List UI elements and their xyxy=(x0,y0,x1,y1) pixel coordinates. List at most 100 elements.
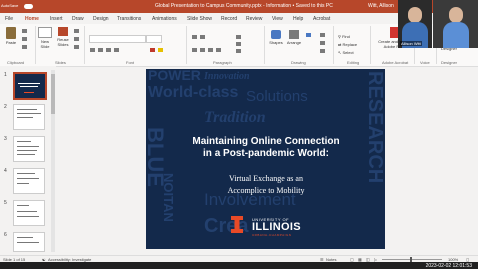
thumbnail-title-line xyxy=(18,83,40,84)
copy-icon[interactable] xyxy=(22,37,27,41)
slide-thumbnail[interactable] xyxy=(13,72,47,100)
arrange-icon xyxy=(289,30,299,39)
shape-fill-icon[interactable] xyxy=(320,33,325,37)
tab-slide-show[interactable]: Slide Show xyxy=(187,16,212,22)
select-button[interactable]: ↖ Select xyxy=(338,50,354,55)
cut-icon[interactable] xyxy=(22,29,27,33)
slide-thumbnail[interactable] xyxy=(13,136,45,162)
shape-effects-icon[interactable] xyxy=(320,49,325,53)
background-word: RESEARCH xyxy=(364,71,385,184)
font-name-input[interactable] xyxy=(89,35,146,43)
tab-animations[interactable]: Animations xyxy=(152,16,177,22)
thumbnail-text-line xyxy=(17,216,39,217)
thumbnail-text-line xyxy=(17,211,37,212)
video-tile xyxy=(433,0,478,48)
align-left-icon[interactable] xyxy=(192,48,197,52)
tab-insert[interactable]: Insert xyxy=(50,16,63,22)
divider xyxy=(35,26,36,64)
background-word: Tradition xyxy=(204,109,266,126)
shape-outline-icon[interactable] xyxy=(320,41,325,45)
section-icon[interactable] xyxy=(74,45,79,49)
background-word: World-class xyxy=(148,84,239,101)
tab-review[interactable]: Review xyxy=(246,16,262,22)
paste-icon xyxy=(6,27,16,39)
layout-icon[interactable] xyxy=(74,29,79,33)
shapes-button[interactable]: Shapes xyxy=(268,30,284,45)
tab-record[interactable]: Record xyxy=(221,16,237,22)
slide-thumbnail[interactable] xyxy=(13,104,45,130)
font-size-input[interactable] xyxy=(146,35,162,43)
slide-thumbnail[interactable] xyxy=(13,168,45,194)
divider xyxy=(186,26,187,64)
tab-file[interactable]: File xyxy=(5,16,13,22)
tab-view[interactable]: View xyxy=(272,16,283,22)
tab-draw[interactable]: Draw xyxy=(72,16,84,22)
thumbnail-number: 3 xyxy=(4,136,7,142)
thumbnail-scrollbar[interactable] xyxy=(51,70,55,252)
find-button[interactable]: ⚲ Find xyxy=(338,34,350,39)
reset-icon[interactable] xyxy=(74,37,79,41)
autosave-toggle[interactable] xyxy=(24,4,33,9)
arrange-button[interactable]: Arrange xyxy=(286,30,302,45)
strikethrough-icon[interactable] xyxy=(114,48,119,52)
tab-home[interactable]: Home xyxy=(25,16,39,25)
group-designer-label: Designer xyxy=(441,60,458,65)
thumbnail-text-line xyxy=(17,109,37,110)
italic-icon[interactable] xyxy=(98,48,103,52)
font-color-icon[interactable] xyxy=(150,48,155,52)
align-center-icon[interactable] xyxy=(200,48,205,52)
divider xyxy=(84,26,85,64)
tab-transitions[interactable]: Transitions xyxy=(117,16,141,22)
participant-head xyxy=(408,7,422,23)
scrollbar-thumb[interactable] xyxy=(51,74,55,114)
new-slide-label: New Slide xyxy=(40,39,50,49)
thumbnail-number: 5 xyxy=(4,200,7,206)
group-slides-label: Slides xyxy=(55,60,66,65)
background-word: Innovation xyxy=(204,71,250,82)
user-name[interactable]: Witt, Allison xyxy=(368,3,394,9)
tab-design[interactable]: Design xyxy=(93,16,109,22)
taskbar-datetime: 2023-02-02 12:01:53 xyxy=(425,263,472,269)
slide-title[interactable]: Maintaining Online Connection in a Post-… xyxy=(176,136,356,160)
autosave-label: AutoSave xyxy=(1,3,19,8)
participant-name: Allison Witt xyxy=(400,41,422,46)
replace-button[interactable]: ⇄ Replace xyxy=(338,42,357,47)
slide-thumbnail[interactable] xyxy=(13,232,45,252)
thumbnail-text-line xyxy=(17,146,39,147)
video-tile: Allison Witt xyxy=(398,0,432,48)
slide-title-line-2: in a Post-pandemic World: xyxy=(203,148,329,159)
align-text-icon[interactable] xyxy=(236,42,241,46)
numbering-icon[interactable] xyxy=(200,35,205,39)
bold-icon[interactable] xyxy=(90,48,95,52)
background-word: NOITAN xyxy=(161,173,176,222)
slide-thumbnail[interactable] xyxy=(13,200,45,226)
text-direction-icon[interactable] xyxy=(236,35,241,39)
participant-head xyxy=(449,7,463,23)
thumbnail-number: 4 xyxy=(4,168,7,174)
new-slide-button[interactable]: New Slide xyxy=(37,27,53,49)
reuse-slides-button[interactable]: Reuse Slides xyxy=(55,27,71,47)
group-voice-label: Voice xyxy=(420,60,430,65)
justify-icon[interactable] xyxy=(216,48,221,52)
format-painter-icon[interactable] xyxy=(22,45,27,49)
tab-acrobat[interactable]: Acrobat xyxy=(313,16,330,22)
tab-help[interactable]: Help xyxy=(293,16,303,22)
thumbnail-text-line xyxy=(17,113,41,114)
bullets-icon[interactable] xyxy=(192,35,197,39)
slide-canvas[interactable]: POWER Innovation World-class Solutions B… xyxy=(146,69,385,249)
smartart-icon[interactable] xyxy=(236,49,241,53)
align-right-icon[interactable] xyxy=(208,48,213,52)
divider xyxy=(370,26,371,64)
paste-button[interactable]: Paste xyxy=(4,27,18,45)
thumbnail-text-line xyxy=(17,141,31,142)
thumbnail-title-line xyxy=(20,86,38,87)
slide-subtitle[interactable]: Virtual Exchange as an Accomplice to Mob… xyxy=(186,173,346,197)
zoom-slider[interactable] xyxy=(382,259,442,260)
underline-icon[interactable] xyxy=(106,48,111,52)
quick-styles-icon[interactable] xyxy=(306,33,311,37)
slide-title-line-1: Maintaining Online Connection xyxy=(192,136,340,147)
thumbnail-text-line xyxy=(17,150,37,151)
participant-body xyxy=(443,22,469,48)
highlight-icon[interactable] xyxy=(158,48,163,52)
slide-thumbnail-pane: 1 2 3 4 5 6 xyxy=(0,66,56,255)
